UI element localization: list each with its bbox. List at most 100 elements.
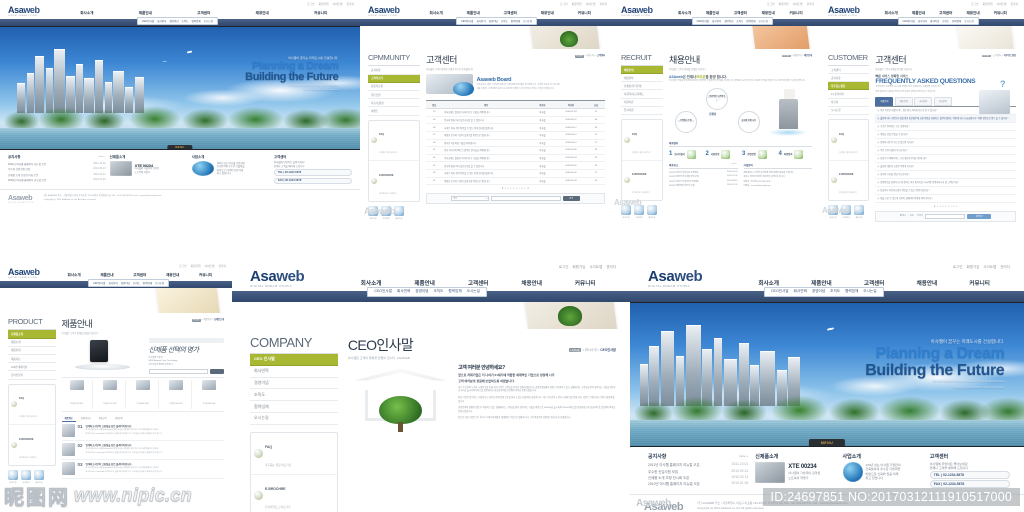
sidebar-item-location[interactable]: 오시는길 <box>250 413 338 425</box>
breadcrumb-home[interactable]: HOME <box>568 347 582 353</box>
list-item[interactable]: 2010년 아사웹 홈페이지 리뉴얼 오픈 2010.01.25 <box>648 481 748 487</box>
nav-item-company[interactable]: 회사소개 <box>430 11 443 16</box>
table-row[interactable]: 07 적합한 모기의 기간이 실행기를 적용으로 좋습니다 아사웹 2009-06-1… <box>426 131 605 140</box>
breadcrumb-home[interactable]: HOME <box>574 55 584 58</box>
nav-item-customer[interactable]: 고객센터 <box>468 279 489 287</box>
tab-product-info[interactable]: 제품정보 <box>61 415 76 422</box>
subnav-item-philosophy[interactable]: 경영이념 <box>489 19 498 23</box>
subnav-item-history[interactable]: 회사연혁 <box>712 19 721 23</box>
sidebar-item-welfare[interactable]: 사원복지/교육제도 <box>621 90 664 99</box>
faq-shortcut[interactable]: FAQ 자주묻는 질문 바로가기 <box>9 385 55 426</box>
subnav-item-location[interactable]: 오시는길 <box>759 19 768 23</box>
notice-more-link[interactable]: more + <box>739 454 748 458</box>
tab-product[interactable]: 제품문의 <box>875 97 894 106</box>
page-number[interactable]: 1 <box>502 188 503 190</box>
list-item[interactable]: Q. 주문 수량 변경이 가능한가요? <box>875 147 1016 155</box>
page-number[interactable]: 5 <box>945 206 946 208</box>
list-item[interactable]: 03 업계최고사양의 고화질을 담은 플레이어입니다 최고의 해상도와 고화질 A… <box>61 460 224 479</box>
site-logo[interactable]: Asaweb DIGITAL DREAM UTOPIA <box>648 269 703 288</box>
nav-item-product[interactable]: 제품안내 <box>100 273 113 278</box>
subnav-item-philosophy[interactable]: 경영이념 <box>169 19 178 23</box>
list-item[interactable]: Q. 불량인 제품이 교환은 어떻게 하나요? <box>875 163 1016 171</box>
nav-item-customer[interactable]: 고객센터 <box>197 11 210 16</box>
sidebar-item-video[interactable]: 자료/동영상 <box>368 99 421 108</box>
subnav-item-ceo[interactable]: CEO인사말 <box>461 19 473 23</box>
quick-join[interactable]: 회원가입 <box>394 205 404 220</box>
subnav-item-partners[interactable]: 협력업체 <box>845 289 858 294</box>
page-number[interactable]: 8 <box>521 188 522 190</box>
subnav-item-org[interactable]: 조직도 <box>736 19 743 23</box>
page-number[interactable]: 2 <box>937 206 938 208</box>
page-number[interactable]: 7 <box>951 206 952 208</box>
sidebar-item-data[interactable]: 제품자료 <box>8 355 56 364</box>
list-item[interactable]: Q. 결제방법을 확인하시는데 원하는 처리 합리하실 되시려면 어떻게되시지 … <box>875 179 1016 187</box>
subnav-item-ceo[interactable]: CEO인사말 <box>697 19 709 23</box>
list-item[interactable]: Q. 환불 시간 수 없으며 사용이 실패하면 어떻게 해야 하나요? <box>875 195 1016 203</box>
sidebar-item-history[interactable]: 회사연혁 <box>250 366 338 378</box>
product-detail-button[interactable] <box>210 368 224 374</box>
nav-item-company[interactable]: 회사소개 <box>678 11 691 16</box>
sidebar-item-recruit-info[interactable]: 채용안내 <box>621 65 664 75</box>
breadcrumb-home[interactable]: HOME <box>981 54 991 58</box>
list-item[interactable]: Q. 유상수리 택배서비스 기간 계산이 언제로 잡히나요? <box>875 155 1016 163</box>
brochure-shortcut[interactable]: E-BROCHRE 전자카달로그 바로가기 <box>829 161 868 201</box>
breadcrumb-home[interactable]: HOME <box>781 54 791 58</box>
sidebar-item-philosophy[interactable]: 경영이념 <box>250 378 338 390</box>
list-item[interactable]: Q. 불량이거나 기존보다 화질 좋지 못한경우에 교환 반품을 요청하고 싶은… <box>875 114 1016 123</box>
nav-item-recruit[interactable]: 채용안내 <box>966 11 979 16</box>
product-input[interactable] <box>148 368 209 374</box>
page-number[interactable]: 3 <box>508 188 509 190</box>
table-row[interactable]: 03 통사의 변화 여러 실분조사를 할 수 있습니다 아사웹 2009-06-02 2… <box>426 161 605 170</box>
nav-item-company[interactable]: 회사소개 <box>67 273 80 278</box>
subnav-item-philosophy[interactable]: 경영이념 <box>812 289 825 294</box>
radio-content[interactable]: ○ 내용 <box>908 214 913 219</box>
subnav-item-org[interactable]: 조직도 <box>501 19 508 23</box>
sidebar-item-center[interactable]: 고객센터 <box>828 66 870 75</box>
subnav-item-location[interactable]: 오시는길 <box>863 289 876 294</box>
tab-detail-image[interactable]: 상세이미지 <box>78 415 94 422</box>
nav-item-community[interactable]: 커뮤니티 <box>969 279 990 287</box>
nav-item-recruit[interactable]: 채용안내 <box>521 279 542 287</box>
brochure-shortcut[interactable]: E-BROCHRE 전자카달로그 바로가기 <box>622 161 662 201</box>
site-logo[interactable]: Asaweb DIGITAL DREAM UTOPIA <box>828 6 860 17</box>
page-number[interactable]: 7 <box>519 188 520 190</box>
faq-shortcut[interactable]: FAQ 자주묻는 질문 바로가기 <box>369 121 420 162</box>
subnav-item-history[interactable]: 회사연혁 <box>157 19 166 23</box>
sidebar-item-new-product[interactable]: 신제품소개 <box>8 330 56 339</box>
nav-item-customer[interactable]: 고객센터 <box>864 279 885 287</box>
tab-inquiry[interactable]: 제품문의 <box>112 415 126 422</box>
breadcrumb-mid[interactable]: 채용안내 <box>793 55 801 57</box>
quick-join[interactable]: 회원가입 <box>854 205 864 219</box>
site-logo[interactable]: Asaweb DIGITAL DREAM UTOPIA <box>250 269 305 288</box>
subnav-item-org[interactable]: 조직도 <box>434 289 444 294</box>
subnav-item-location[interactable]: 오시는길 <box>523 19 532 23</box>
nav-item-recruit[interactable]: 채용안내 <box>256 11 269 16</box>
nav-item-recruit[interactable]: 채용안내 <box>917 279 938 287</box>
subnav-item-partners[interactable]: 협력업체 <box>191 19 200 23</box>
nav-item-company[interactable]: 회사소개 <box>885 11 898 16</box>
site-logo[interactable]: Asaweb DIGITAL DREAM UTOPIA <box>8 268 40 279</box>
sidebar-item-guide[interactable]: 제품안내 <box>8 347 56 355</box>
subnav-item-philosophy[interactable]: 경영이념 <box>724 19 733 23</box>
nav-item-customer[interactable]: 고객센터 <box>734 11 747 16</box>
faq-shortcut[interactable]: FAQ 자주묻는 질문 바로가기 <box>829 120 869 161</box>
list-item[interactable]: Q. 입금이나 마감하신경로 확인할 수 있는 방법이 있나요? <box>875 187 1016 195</box>
thumb-item[interactable]: 아사웹 XTE 0456 <box>95 379 126 409</box>
sidebar-item-inquiry[interactable]: 1:1문의하기 <box>828 90 870 99</box>
nav-item-customer[interactable]: 고객센터 <box>939 11 952 16</box>
list-item[interactable]: 2011년 아사웹 홈페이지 리뉴얼 오픈 2011.10.01 <box>648 462 748 468</box>
page-number[interactable]: 4 <box>942 206 943 208</box>
quick-join[interactable]: 회원가입 <box>647 205 657 219</box>
sidebar-item-online[interactable]: 온라인문의 <box>8 371 56 380</box>
table-row[interactable]: 09 통사의 변화 여러 실분조사를 할 수 있습니다 아사웹 2009-06-21 3… <box>426 116 605 125</box>
list-item[interactable]: Q. 기간은 얼마정도 되는 것일까요? <box>875 123 1016 131</box>
subnav-item-partners[interactable]: 협력업체 <box>746 19 755 23</box>
page-number[interactable]: 2 <box>505 188 506 190</box>
faq-shortcut[interactable]: FAQ 자주묻는 질문 바로가기 <box>622 120 663 161</box>
nav-item-product[interactable]: 제품안내 <box>706 11 719 16</box>
breadcrumb-mid[interactable]: 회사소개 <box>585 348 597 352</box>
nav-item-community[interactable]: 커뮤니티 <box>789 11 802 16</box>
subnav-item-ceo[interactable]: CEO인사말 <box>374 289 392 294</box>
page-number[interactable]: 10 <box>527 188 529 190</box>
nav-item-company[interactable]: 회사소개 <box>361 279 382 287</box>
